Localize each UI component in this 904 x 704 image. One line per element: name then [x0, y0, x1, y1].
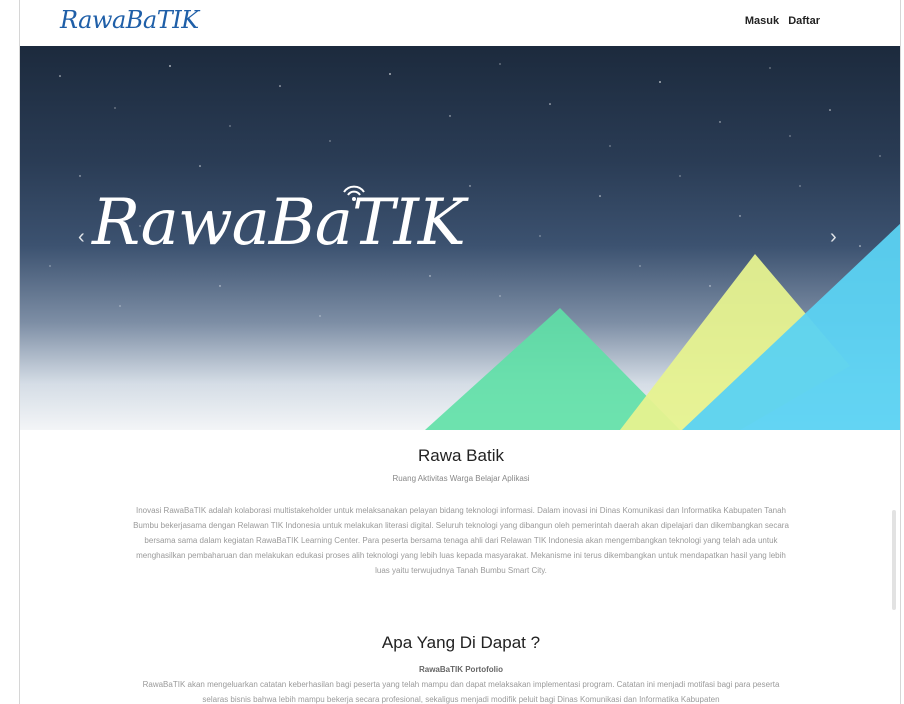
- nav-links: Masuk Daftar: [739, 15, 820, 27]
- portfolio-text: RawaBaTIK akan mengeluarkan catatan kebe…: [142, 680, 780, 704]
- scrollbar[interactable]: [892, 510, 896, 610]
- portfolio-title: RawaBaTIK Portofolio: [418, 665, 503, 674]
- hero-logo: RawaBaTIK: [92, 186, 466, 260]
- about-paragraph: Inovasi RawaBaTIK adalah kolaborasi mult…: [133, 506, 789, 575]
- register-link[interactable]: Daftar: [788, 15, 820, 27]
- carousel-next-button[interactable]: ›: [830, 226, 837, 249]
- page-frame: RawaBaTIK Masuk Daftar RawaBaTIK ‹ › Raw…: [19, 0, 901, 704]
- about-subtitle: Ruang Aktivitas Warga Belajar Aplikasi: [392, 474, 530, 483]
- login-link[interactable]: Masuk: [745, 15, 779, 27]
- decorative-triangles: [425, 223, 900, 430]
- navbar: RawaBaTIK Masuk Daftar: [20, 0, 900, 46]
- wifi-icon: [343, 185, 365, 201]
- main-content: Rawa Batik Ruang Aktivitas Warga Belajar…: [20, 430, 900, 704]
- benefits-title: Apa Yang Di Dapat ?: [381, 633, 541, 652]
- brand-logo[interactable]: RawaBaTIK: [60, 6, 199, 34]
- about-title: Rawa Batik: [418, 446, 504, 465]
- carousel-prev-button[interactable]: ‹: [78, 226, 85, 249]
- hero-carousel: RawaBaTIK ‹ ›: [20, 46, 900, 430]
